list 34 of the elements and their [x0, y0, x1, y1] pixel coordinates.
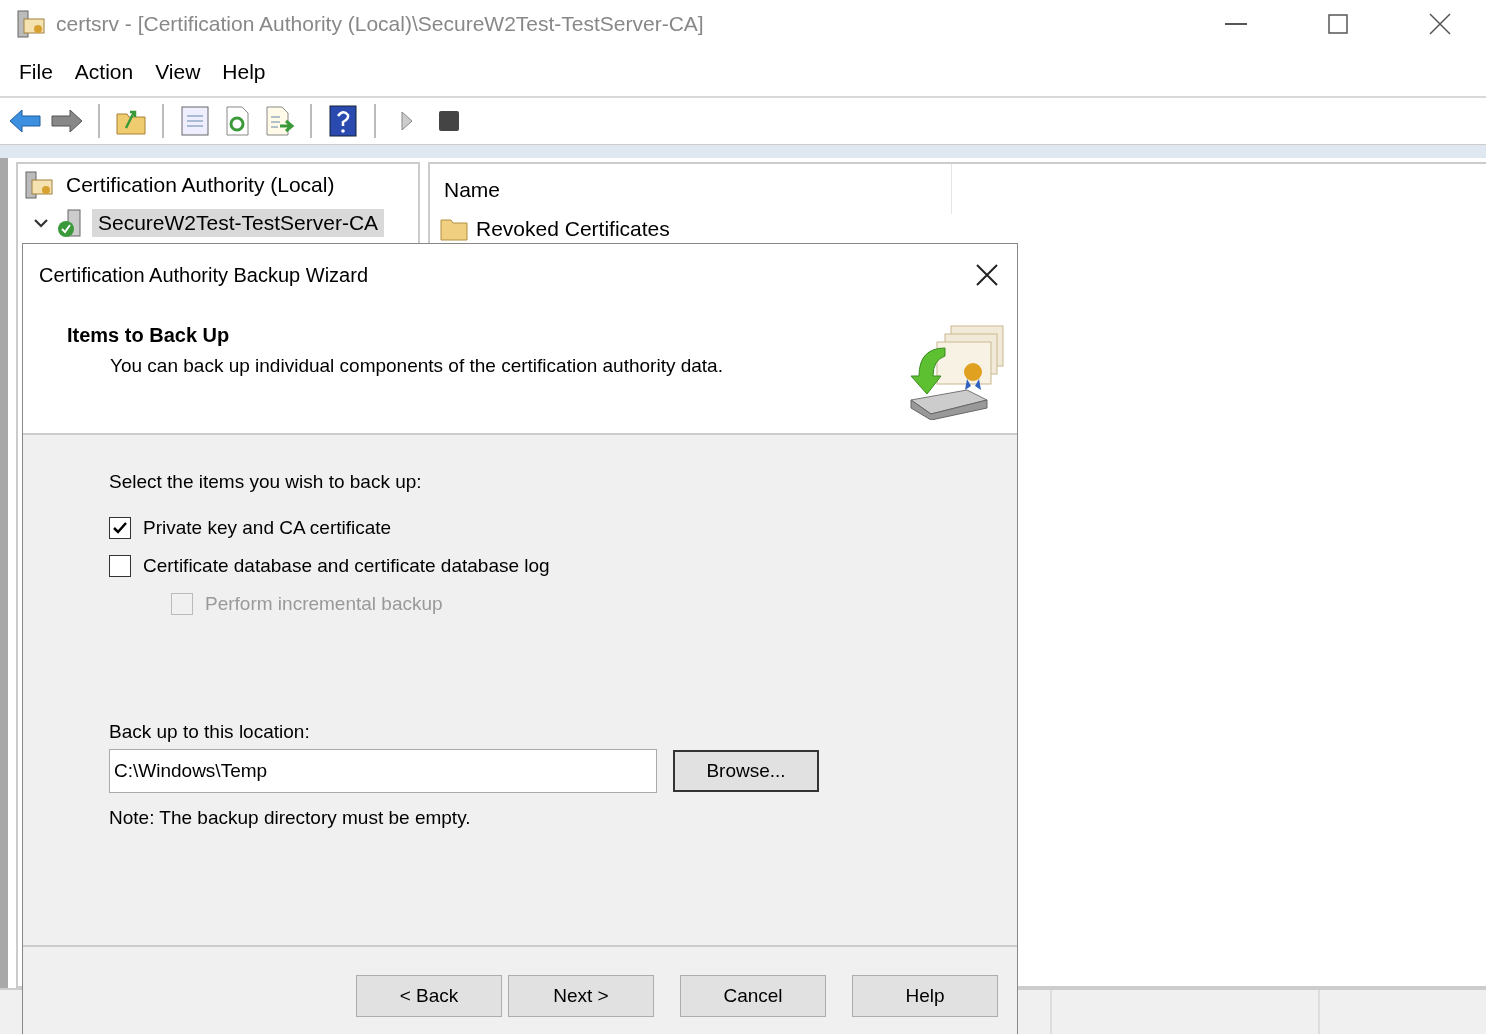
checkbox-label: Certificate database and certificate database log	[143, 555, 550, 577]
certificate-server-icon	[16, 9, 46, 39]
browse-button[interactable]: Browse...	[673, 750, 819, 792]
window-title: certsrv - [Certification Authority (Local)\SecureW2Test-TestServer-CA]	[56, 12, 705, 36]
certificate-server-icon	[24, 170, 54, 200]
help-icon[interactable]	[326, 104, 360, 138]
tree-item[interactable]: Certification Authority (Local)	[60, 171, 341, 199]
note-text: Note: The backup directory must be empty.	[109, 807, 471, 829]
wizard-button[interactable]: < Back	[356, 975, 502, 1017]
column-header[interactable]: Name	[430, 164, 952, 214]
page-description: You can back up individual components of the certification authority data.	[109, 355, 723, 377]
wizard-button[interactable]: Cancel	[680, 975, 826, 1017]
checkbox[interactable]	[109, 555, 131, 577]
menu-item[interactable]: View	[144, 60, 212, 84]
list-item[interactable]: Revoked Certificates	[476, 217, 670, 241]
prompt-text: Select the items you wish to back up:	[109, 471, 422, 493]
close-icon[interactable]	[1429, 13, 1451, 35]
menu-item[interactable]: Action	[63, 60, 145, 84]
folder-icon	[440, 217, 468, 241]
wizard-button[interactable]: Help	[852, 975, 998, 1017]
location-label: Back up to this location:	[109, 721, 310, 743]
location-field[interactable]: C:\Windows\Temp	[109, 749, 657, 793]
menu-item[interactable]: File	[8, 60, 64, 84]
dialog-title: Certification Authority Backup Wizard	[39, 263, 369, 287]
maximize-icon[interactable]	[1328, 14, 1348, 34]
checkmark-icon	[112, 521, 128, 535]
checkbox-label: Private key and CA certificate	[143, 517, 392, 539]
checkbox-label: Perform incremental backup	[205, 593, 443, 615]
page-heading: Items to Back Up	[67, 324, 231, 347]
checkbox[interactable]	[109, 517, 131, 539]
tree-item[interactable]: SecureW2Test-TestServer-CA	[92, 209, 385, 237]
close-icon[interactable]	[975, 263, 999, 287]
wizard-button[interactable]: Next >	[508, 975, 654, 1017]
menu-item[interactable]: Help	[211, 60, 277, 84]
